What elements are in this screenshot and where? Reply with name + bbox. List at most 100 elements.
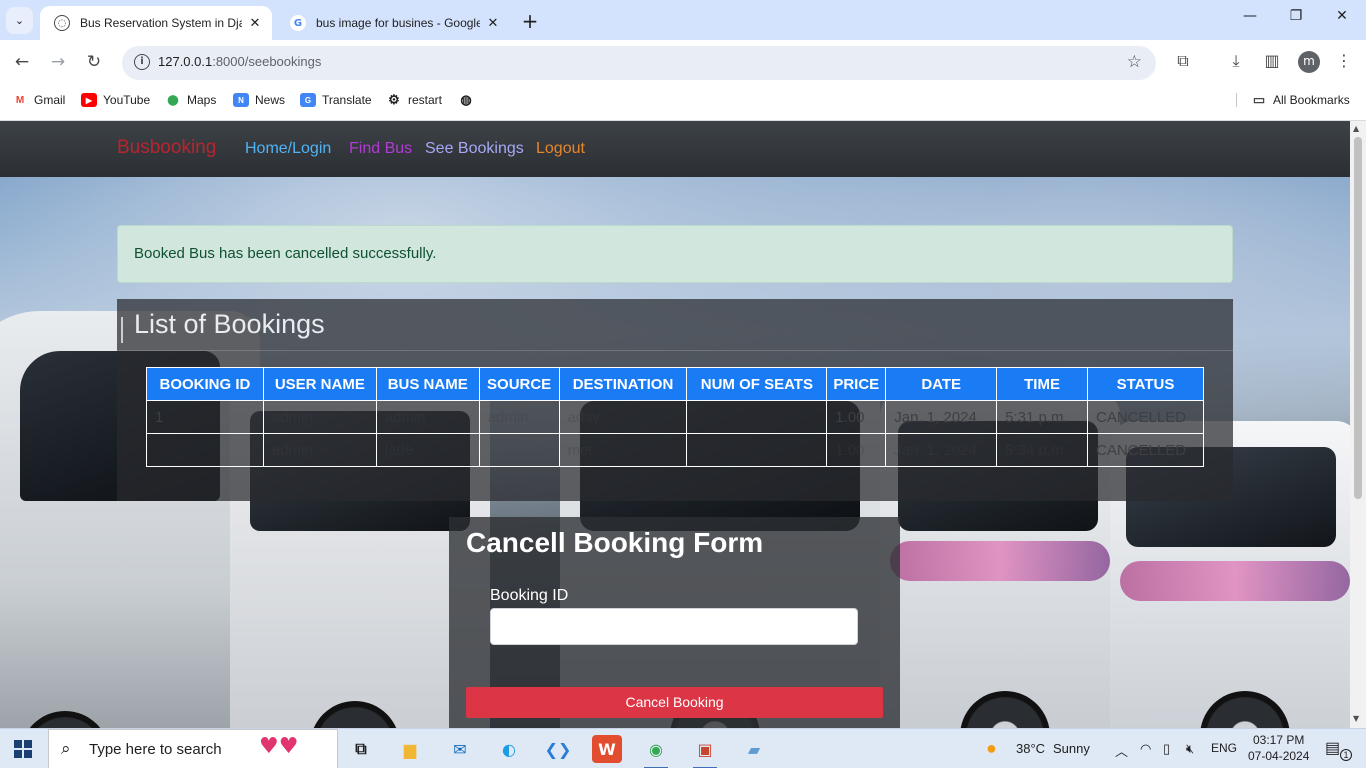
bookmark-gmail[interactable]: M Gmail: [12, 93, 66, 107]
cell-price: 1.00: [826, 433, 887, 467]
wps-office-icon[interactable]: W: [592, 735, 622, 763]
bookmark-label: Translate: [322, 93, 372, 107]
browser-tab-inactive[interactable]: G bus image for busines - Google ✕: [276, 6, 510, 40]
volume-muted-icon[interactable]: 🔇︎: [1186, 741, 1194, 757]
more-menu-icon[interactable]: ⋮: [1333, 51, 1355, 70]
bookings-panel: List of Bookings BOOKING ID USER NAME BU…: [117, 299, 1233, 501]
divider: [117, 350, 1233, 351]
tab-search-chevron-icon[interactable]: ⌄: [6, 7, 33, 34]
weather-temp[interactable]: 38°C: [1016, 741, 1045, 756]
chrome-icon[interactable]: ◉: [641, 735, 671, 768]
cell-bus-name: lade: [375, 433, 480, 467]
nav-see-bookings[interactable]: See Bookings: [425, 140, 524, 158]
tray-chevron-up-icon[interactable]: ︿: [1115, 741, 1128, 760]
back-arrow-icon[interactable]: ←: [11, 52, 33, 72]
cell-status: CANCELLED: [1087, 400, 1204, 434]
minimize-icon[interactable]: —: [1240, 8, 1260, 24]
news-icon: N: [233, 93, 249, 107]
bookmark-globe[interactable]: ◍: [458, 92, 480, 107]
profile-avatar[interactable]: m: [1298, 51, 1320, 73]
site-info-icon[interactable]: i: [134, 54, 150, 70]
browser-tab-active[interactable]: ◌ Bus Reservation System in Djan ✕: [40, 6, 272, 40]
browser-tab-strip: ⌄ ◌ Bus Reservation System in Djan ✕ G b…: [0, 0, 1366, 40]
nav-find-bus[interactable]: Find Bus: [349, 140, 412, 158]
vscode-icon[interactable]: ❮❯: [543, 735, 573, 763]
page-scrollbar[interactable]: ▲ ▼: [1350, 121, 1366, 728]
notification-icon[interactable]: ▤: [1325, 738, 1340, 758]
scroll-down-icon[interactable]: ▼: [1353, 714, 1359, 723]
table-row: 1 admin admin admin aday 1.00 Jan. 1, 20…: [146, 400, 1204, 434]
bookmarks-bar: M Gmail ▶ YouTube ⬤ Maps N News G Transl…: [0, 86, 1366, 121]
cell-destination: aday: [558, 400, 688, 434]
booking-id-input[interactable]: [490, 608, 858, 645]
windows-start-icon[interactable]: [14, 740, 32, 758]
task-view-icon[interactable]: ⧉: [346, 735, 376, 763]
all-bookmarks[interactable]: ▭ All Bookmarks: [1236, 92, 1350, 107]
google-icon: G: [290, 15, 306, 31]
taskbar-search-box[interactable]: ⌕ Type here to search ♥♥: [48, 729, 338, 768]
bookmark-star-icon[interactable]: ☆: [1127, 52, 1142, 72]
maps-pin-icon: ⬤: [167, 94, 179, 106]
presentation-app-icon[interactable]: ▣: [690, 735, 720, 768]
cell-time: 5:34 p.m.: [996, 433, 1089, 467]
taskbar-clock[interactable]: 03:17 PM 07-04-2024: [1248, 732, 1309, 764]
cancel-booking-form: Cancell Booking Form Booking ID Cancel B…: [449, 517, 900, 728]
extensions-puzzle-icon[interactable]: ⧉: [1172, 51, 1194, 71]
globe-icon: ◍: [460, 92, 472, 107]
file-explorer-icon[interactable]: ▆: [395, 735, 425, 763]
tab-title: bus image for busines - Google: [316, 16, 480, 30]
tab-close-icon[interactable]: ✕: [248, 16, 262, 31]
new-tab-plus-icon[interactable]: +: [519, 9, 541, 33]
cancel-booking-button[interactable]: Cancel Booking: [466, 687, 883, 718]
side-panel-icon[interactable]: ▥: [1261, 51, 1283, 70]
folder-icon: ▭: [1252, 92, 1266, 107]
bookmark-news[interactable]: N News: [233, 93, 285, 107]
window-close-icon[interactable]: ✕: [1332, 8, 1352, 24]
column-header: PRICE: [826, 367, 887, 401]
cell-user-name: admin: [262, 433, 377, 467]
language-indicator[interactable]: ENG: [1211, 741, 1237, 755]
bookmark-label: News: [255, 93, 286, 107]
cell-price: 1.00: [826, 400, 887, 434]
column-header: SOURCE: [478, 367, 560, 401]
bookmark-restart[interactable]: ⚙ restart: [386, 92, 443, 107]
battery-icon[interactable]: ▯: [1163, 741, 1170, 757]
translate-icon: G: [300, 93, 316, 107]
download-icon[interactable]: ⤓: [1225, 51, 1247, 71]
clock-time: 03:17 PM: [1253, 733, 1305, 747]
brand-logo[interactable]: Busbooking: [117, 137, 216, 159]
windows-taskbar: ⌕ Type here to search ♥♥ ⧉ ▆ ✉ ◐ ❮❯ W ◉ …: [0, 728, 1366, 768]
weather-text[interactable]: Sunny: [1053, 741, 1090, 756]
success-alert: Booked Bus has been cancelled successful…: [117, 225, 1233, 283]
edge-browser-icon[interactable]: ◐: [494, 735, 524, 763]
column-header: BUS NAME: [375, 367, 480, 401]
bookmark-maps[interactable]: ⬤ Maps: [165, 93, 216, 107]
scrollbar-thumb[interactable]: [1354, 137, 1362, 499]
bookmark-label: restart: [408, 93, 443, 107]
mail-icon[interactable]: ✉: [445, 735, 475, 763]
reload-icon[interactable]: ↻: [83, 52, 105, 72]
bookings-title: List of Bookings: [134, 309, 325, 339]
address-bar[interactable]: i 127.0.0.1:8000/seebookings ☆: [122, 46, 1156, 80]
column-header: DESTINATION: [558, 367, 688, 401]
form-title: Cancell Booking Form: [466, 527, 764, 558]
page-viewport: Busbooking Home/Login Find Bus See Booki…: [0, 121, 1350, 728]
network-icon[interactable]: ◠: [1140, 741, 1151, 757]
column-header: STATUS: [1087, 367, 1204, 401]
url-text[interactable]: 127.0.0.1:8000/seebookings: [158, 54, 321, 69]
nav-logout[interactable]: Logout: [536, 140, 585, 158]
browser-toolbar: ← → ↻ i 127.0.0.1:8000/seebookings ☆ ⧉ ⤓…: [0, 40, 1366, 86]
bookmark-youtube[interactable]: ▶ YouTube: [81, 93, 150, 107]
notification-count-badge: 1: [1340, 749, 1352, 761]
restore-icon[interactable]: ❐: [1286, 8, 1306, 24]
forward-arrow-icon[interactable]: →: [47, 52, 69, 72]
notepad-icon[interactable]: ▰: [739, 735, 769, 763]
weather-sun-icon[interactable]: ●: [986, 738, 997, 759]
bookmark-translate[interactable]: G Translate: [300, 93, 372, 107]
scroll-up-icon[interactable]: ▲: [1353, 124, 1359, 133]
all-bookmarks-label: All Bookmarks: [1273, 93, 1350, 107]
site-navbar: Busbooking Home/Login Find Bus See Booki…: [0, 121, 1350, 177]
nav-home-login[interactable]: Home/Login: [245, 140, 331, 158]
gmail-icon: M: [15, 94, 25, 106]
tab-close-icon[interactable]: ✕: [486, 16, 500, 31]
